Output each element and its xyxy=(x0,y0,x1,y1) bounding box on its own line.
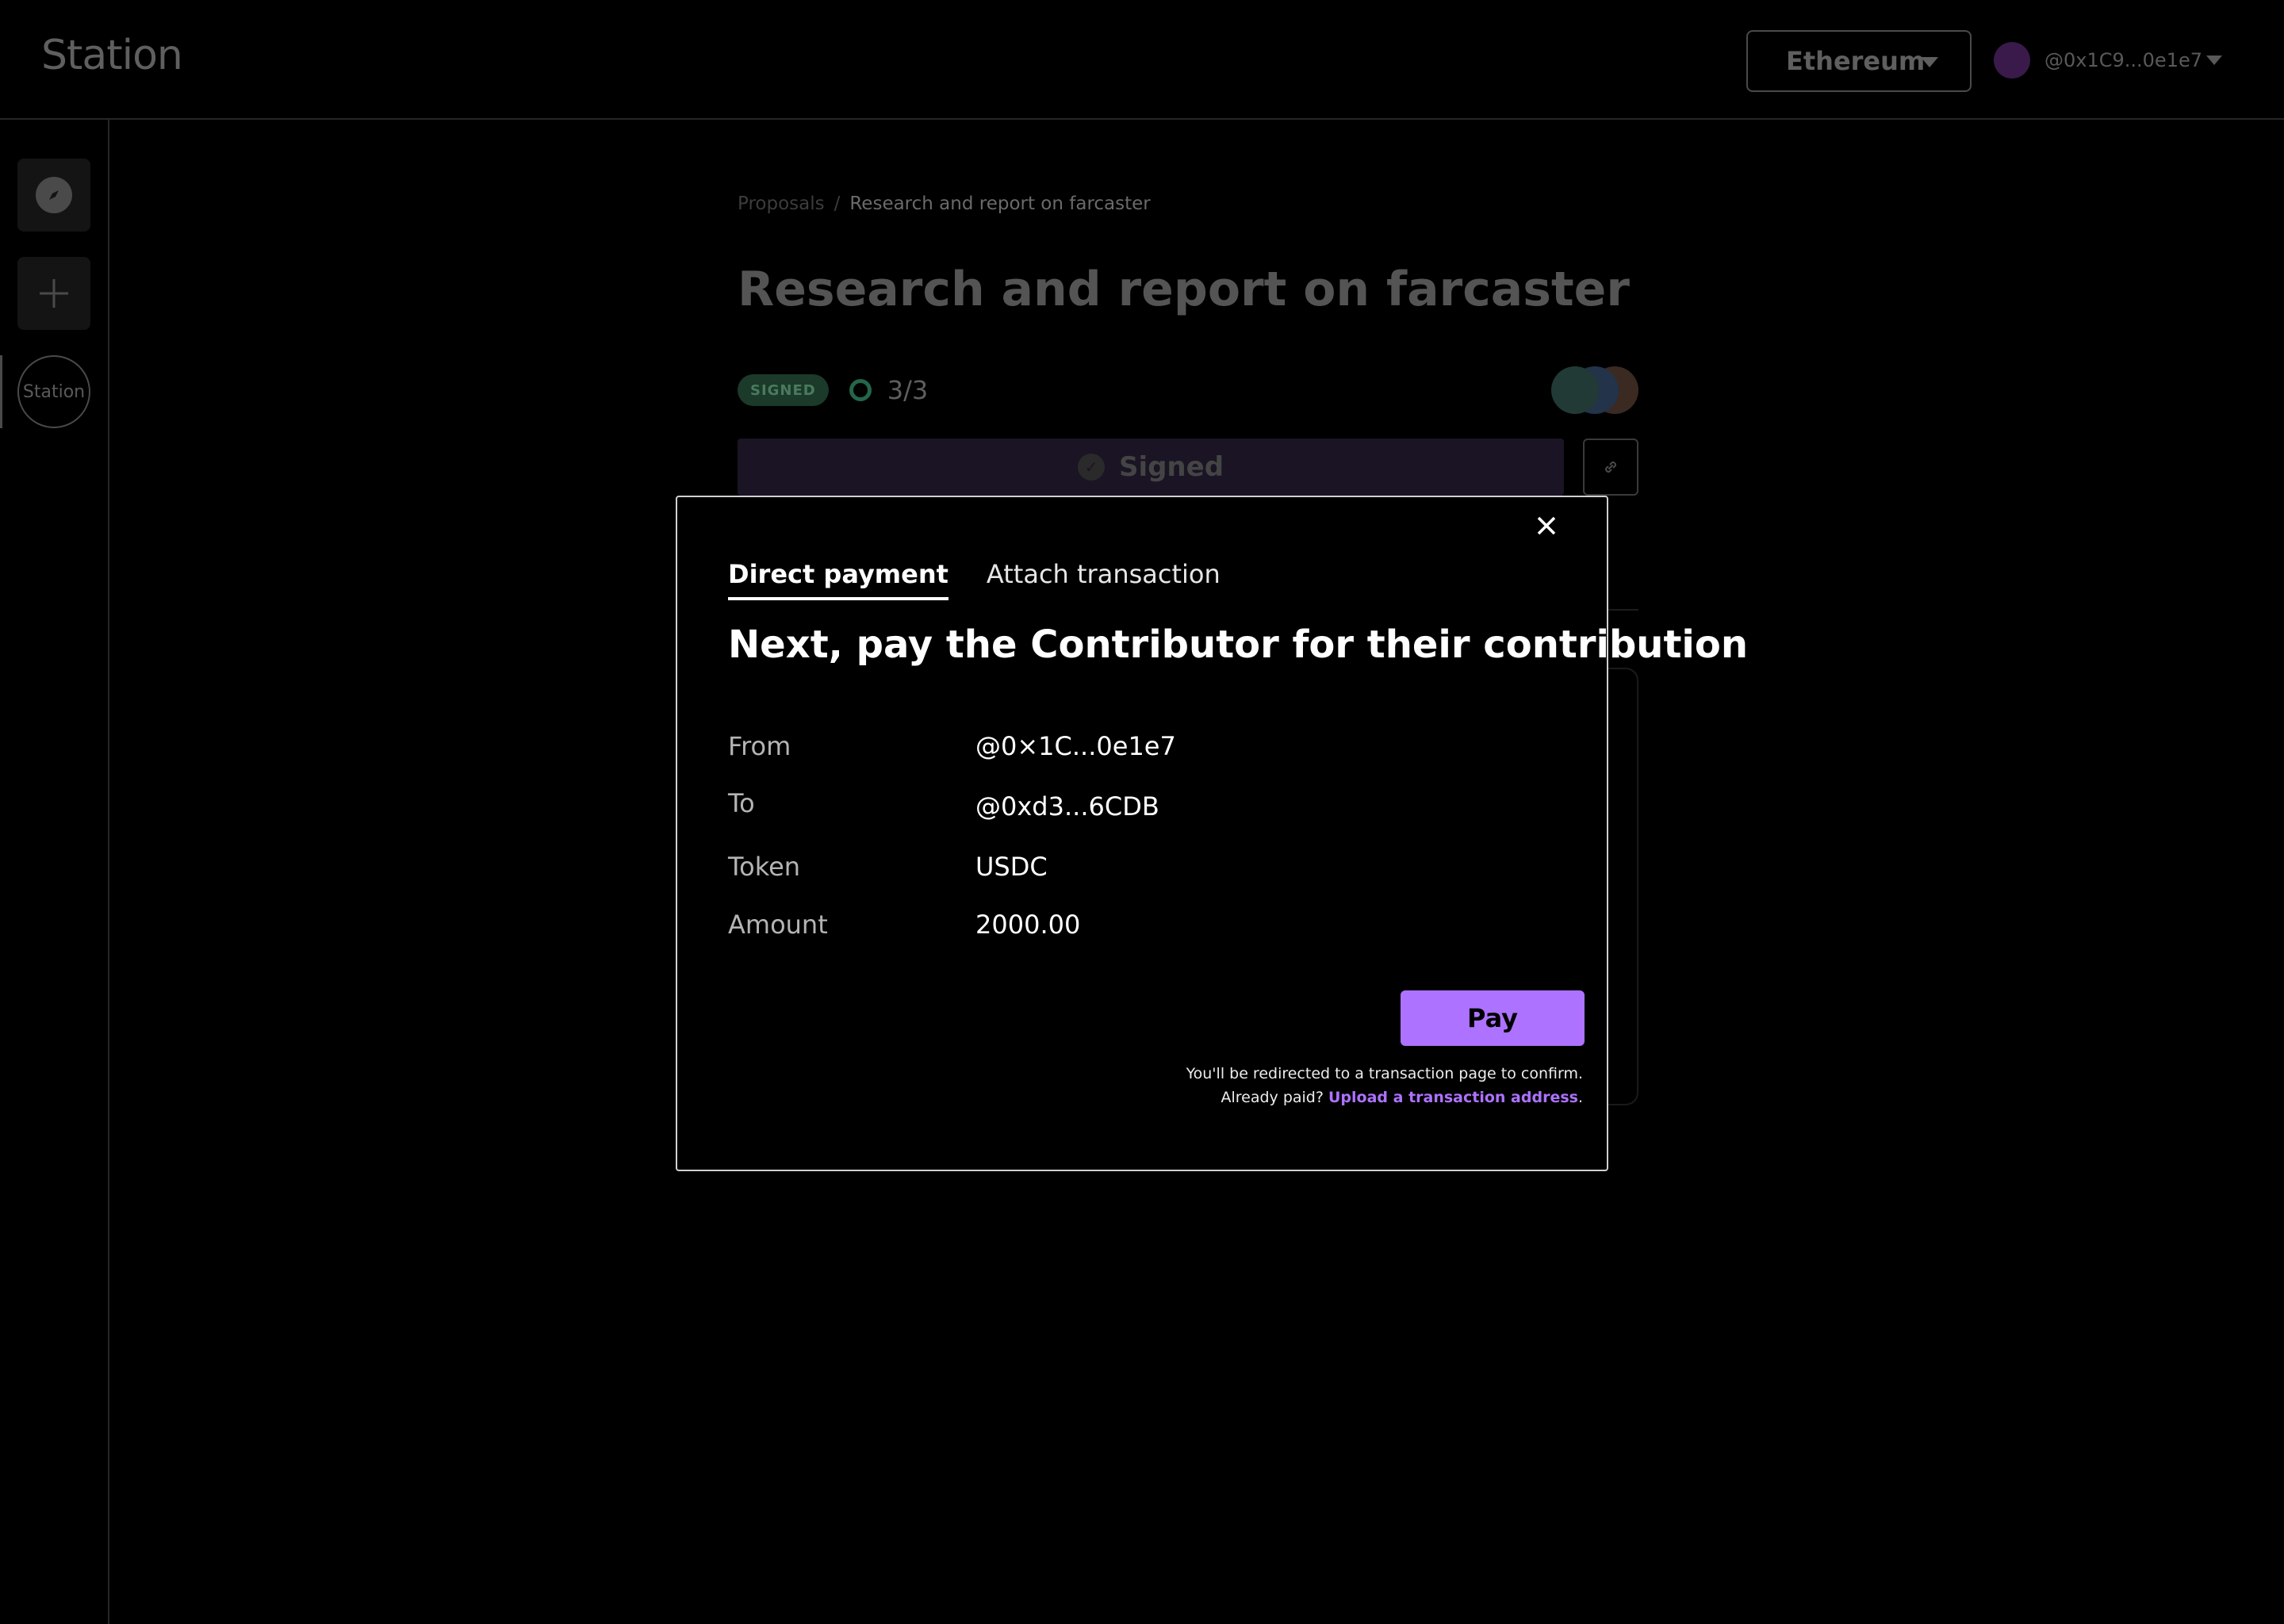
token-value: USDC xyxy=(975,852,1048,882)
breadcrumb-current: Research and report on farcaster xyxy=(849,193,1151,214)
modal-title: Next, pay the Contributor for their cont… xyxy=(728,622,1749,667)
breadcrumb-separator: / xyxy=(834,193,841,214)
signer-avatars[interactable] xyxy=(1551,366,1638,414)
plus-icon xyxy=(40,279,68,308)
avatar xyxy=(1994,42,2030,79)
redirect-note: You'll be redirected to a transaction pa… xyxy=(1186,1065,1583,1082)
token-label: Token xyxy=(728,852,801,882)
account-menu[interactable]: @0x1C9...0e1e7 xyxy=(1994,41,2222,79)
breadcrumb-proposals[interactable]: Proposals xyxy=(738,193,825,214)
page-title: Research and report on farcaster xyxy=(738,262,1630,317)
chevron-down-icon[interactable] xyxy=(2206,56,2222,65)
close-button[interactable] xyxy=(1531,510,1562,542)
pay-button[interactable]: Pay xyxy=(1401,990,1585,1046)
already-paid-text: Already paid? xyxy=(1221,1089,1324,1106)
account-address: @0x1C9...0e1e7 xyxy=(2044,49,2202,71)
from-value: @0×1C...0e1e7 xyxy=(975,731,1176,761)
chevron-down-icon xyxy=(1921,57,1938,67)
amount-value: 2000.00 xyxy=(975,910,1081,940)
from-label: From xyxy=(728,731,791,761)
explore-button[interactable] xyxy=(17,159,90,232)
to-value: @0xd3...6CDB xyxy=(975,791,1159,822)
breadcrumb: Proposals / Research and report on farca… xyxy=(738,193,1151,214)
sidebar: Station xyxy=(0,120,109,1624)
check-circle-icon: ✓ xyxy=(1077,454,1105,481)
status-row: SIGNED 3/3 xyxy=(738,374,928,406)
top-bar: Station Ethereum @0x1C9...0e1e7 xyxy=(0,0,2284,120)
network-select[interactable]: Ethereum xyxy=(1746,30,1972,92)
compass-icon xyxy=(36,177,72,213)
network-label: Ethereum xyxy=(1786,46,1926,76)
active-indicator xyxy=(0,355,2,428)
close-icon xyxy=(1537,516,1556,535)
avatar xyxy=(1551,366,1599,414)
to-label: To xyxy=(728,788,755,818)
signed-button[interactable]: ✓ Signed xyxy=(738,439,1564,496)
already-paid-note: Already paid? Upload a transaction addre… xyxy=(1221,1089,1583,1106)
upload-transaction-link[interactable]: Upload a transaction address xyxy=(1328,1089,1578,1106)
signature-count: 3/3 xyxy=(887,375,929,405)
status-badge: SIGNED xyxy=(738,374,829,406)
signature-ring-icon xyxy=(849,379,872,401)
sidebar-item-station[interactable]: Station xyxy=(17,355,90,428)
copy-link-button[interactable] xyxy=(1583,439,1638,496)
signed-label: Signed xyxy=(1118,451,1224,483)
modal-tabs: Direct payment Attach transaction xyxy=(728,559,1221,600)
tab-attach-transaction[interactable]: Attach transaction xyxy=(987,559,1221,600)
note-period: . xyxy=(1577,1089,1583,1106)
add-terminal-button[interactable] xyxy=(17,257,90,330)
station-logo[interactable]: Station xyxy=(41,32,183,79)
amount-label: Amount xyxy=(728,910,828,940)
payment-modal: Direct payment Attach transaction Next, … xyxy=(676,496,1748,1171)
link-icon xyxy=(1604,461,1617,473)
tab-direct-payment[interactable]: Direct payment xyxy=(728,559,948,600)
